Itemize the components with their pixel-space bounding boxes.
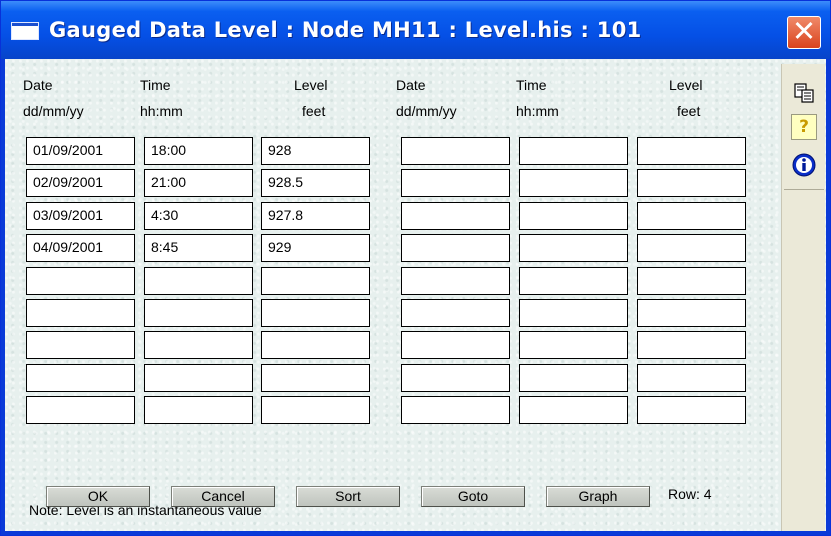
left-time-cell[interactable] — [144, 363, 253, 392]
left-level-cell[interactable] — [261, 363, 370, 392]
left-date-cell[interactable] — [26, 266, 135, 295]
window-title: Gauged Data Level : Node MH11 : Level.hi… — [49, 18, 642, 42]
copy-icon[interactable] — [791, 80, 817, 106]
right-time-cell[interactable] — [519, 169, 628, 198]
left-level-cell[interactable] — [261, 331, 370, 360]
right-level-cell[interactable] — [637, 266, 746, 295]
right-time-cell[interactable] — [519, 137, 628, 165]
right-time-cell[interactable] — [519, 299, 628, 327]
right-time-cell[interactable] — [519, 266, 628, 295]
sort-button[interactable]: Sort — [296, 486, 400, 507]
right-date-cell[interactable] — [401, 234, 510, 263]
help-icon[interactable]: ? — [791, 114, 817, 140]
cancel-button[interactable]: Cancel — [171, 486, 275, 507]
right-time-cell[interactable] — [519, 201, 628, 230]
dialog-body: Date dd/mm/yy Time hh:mm Level feet Date dd/mm/… — [5, 59, 826, 531]
right-level-cell[interactable] — [637, 201, 746, 230]
title-bar[interactable]: Gauged Data Level : Node MH11 : Level.hi… — [1, 1, 830, 59]
row-indicator: Row: 4 — [668, 486, 712, 502]
right-level-cell[interactable] — [637, 396, 746, 425]
right-date-cell[interactable] — [401, 396, 510, 425]
right-header-time-unit: hh:mm — [516, 103, 559, 119]
left-level-cell[interactable]: 928 — [261, 137, 370, 165]
right-level-cell[interactable] — [637, 169, 746, 198]
left-date-cell[interactable]: 02/09/2001 — [26, 169, 135, 198]
left-time-cell[interactable]: 8:45 — [144, 234, 253, 263]
right-date-cell[interactable] — [401, 299, 510, 327]
right-header-level-unit: feet — [677, 103, 701, 119]
left-level-cell[interactable]: 927.8 — [261, 201, 370, 230]
right-date-cell[interactable] — [401, 201, 510, 230]
right-header-time-label: Time — [516, 77, 547, 93]
window-icon — [11, 22, 39, 40]
right-header-date-label: Date — [396, 77, 426, 93]
help-glyph: ? — [799, 117, 809, 137]
graph-button[interactable]: Graph — [546, 486, 650, 507]
left-header-date-unit: dd/mm/yy — [23, 103, 84, 119]
left-date-cell[interactable] — [26, 299, 135, 327]
goto-button[interactable]: Goto — [421, 486, 525, 507]
ok-button[interactable]: OK — [46, 486, 150, 507]
left-date-cell[interactable]: 01/09/2001 — [26, 137, 135, 165]
left-level-cell[interactable]: 929 — [261, 234, 370, 263]
left-date-cell[interactable]: 03/09/2001 — [26, 201, 135, 230]
right-header-level-label: Level — [669, 77, 703, 93]
right-time-cell[interactable] — [519, 363, 628, 392]
dialog-window: Gauged Data Level : Node MH11 : Level.hi… — [0, 0, 831, 536]
left-time-cell[interactable] — [144, 299, 253, 327]
left-time-cell[interactable] — [144, 396, 253, 425]
left-header-time-unit: hh:mm — [140, 103, 183, 119]
right-date-cell[interactable] — [401, 363, 510, 392]
left-date-cell[interactable]: 04/09/2001 — [26, 234, 135, 263]
tool-sidebar: ? — [781, 64, 825, 531]
left-time-cell[interactable]: 4:30 — [144, 201, 253, 230]
right-level-cell[interactable] — [637, 331, 746, 360]
left-time-cell[interactable] — [144, 331, 253, 360]
right-level-cell[interactable] — [637, 363, 746, 392]
right-header-date-unit: dd/mm/yy — [396, 103, 457, 119]
close-icon: ✕ — [791, 14, 817, 48]
info-icon[interactable] — [791, 152, 817, 178]
right-date-cell[interactable] — [401, 137, 510, 165]
left-date-cell[interactable] — [26, 363, 135, 392]
right-time-cell[interactable] — [519, 331, 628, 360]
left-header-time-label: Time — [140, 77, 171, 93]
left-level-cell[interactable]: 928.5 — [261, 169, 370, 198]
right-level-cell[interactable] — [637, 137, 746, 165]
right-time-cell[interactable] — [519, 234, 628, 263]
right-level-cell[interactable] — [637, 299, 746, 327]
close-button[interactable]: ✕ — [787, 14, 821, 49]
left-level-cell[interactable] — [261, 299, 370, 327]
left-date-cell[interactable] — [26, 396, 135, 425]
left-time-cell[interactable] — [144, 266, 253, 295]
right-date-cell[interactable] — [401, 169, 510, 198]
left-level-cell[interactable] — [261, 396, 370, 425]
left-time-cell[interactable]: 21:00 — [144, 169, 253, 198]
left-header-level-label: Level — [294, 77, 328, 93]
right-date-cell[interactable] — [401, 331, 510, 360]
right-time-cell[interactable] — [519, 396, 628, 425]
right-level-cell[interactable] — [637, 234, 746, 263]
right-date-cell[interactable] — [401, 266, 510, 295]
left-header-level-unit: feet — [302, 103, 326, 119]
sidebar-divider — [784, 189, 824, 190]
left-date-cell[interactable] — [26, 331, 135, 360]
left-header-date-label: Date — [23, 77, 53, 93]
left-time-cell[interactable]: 18:00 — [144, 137, 253, 165]
left-level-cell[interactable] — [261, 266, 370, 295]
